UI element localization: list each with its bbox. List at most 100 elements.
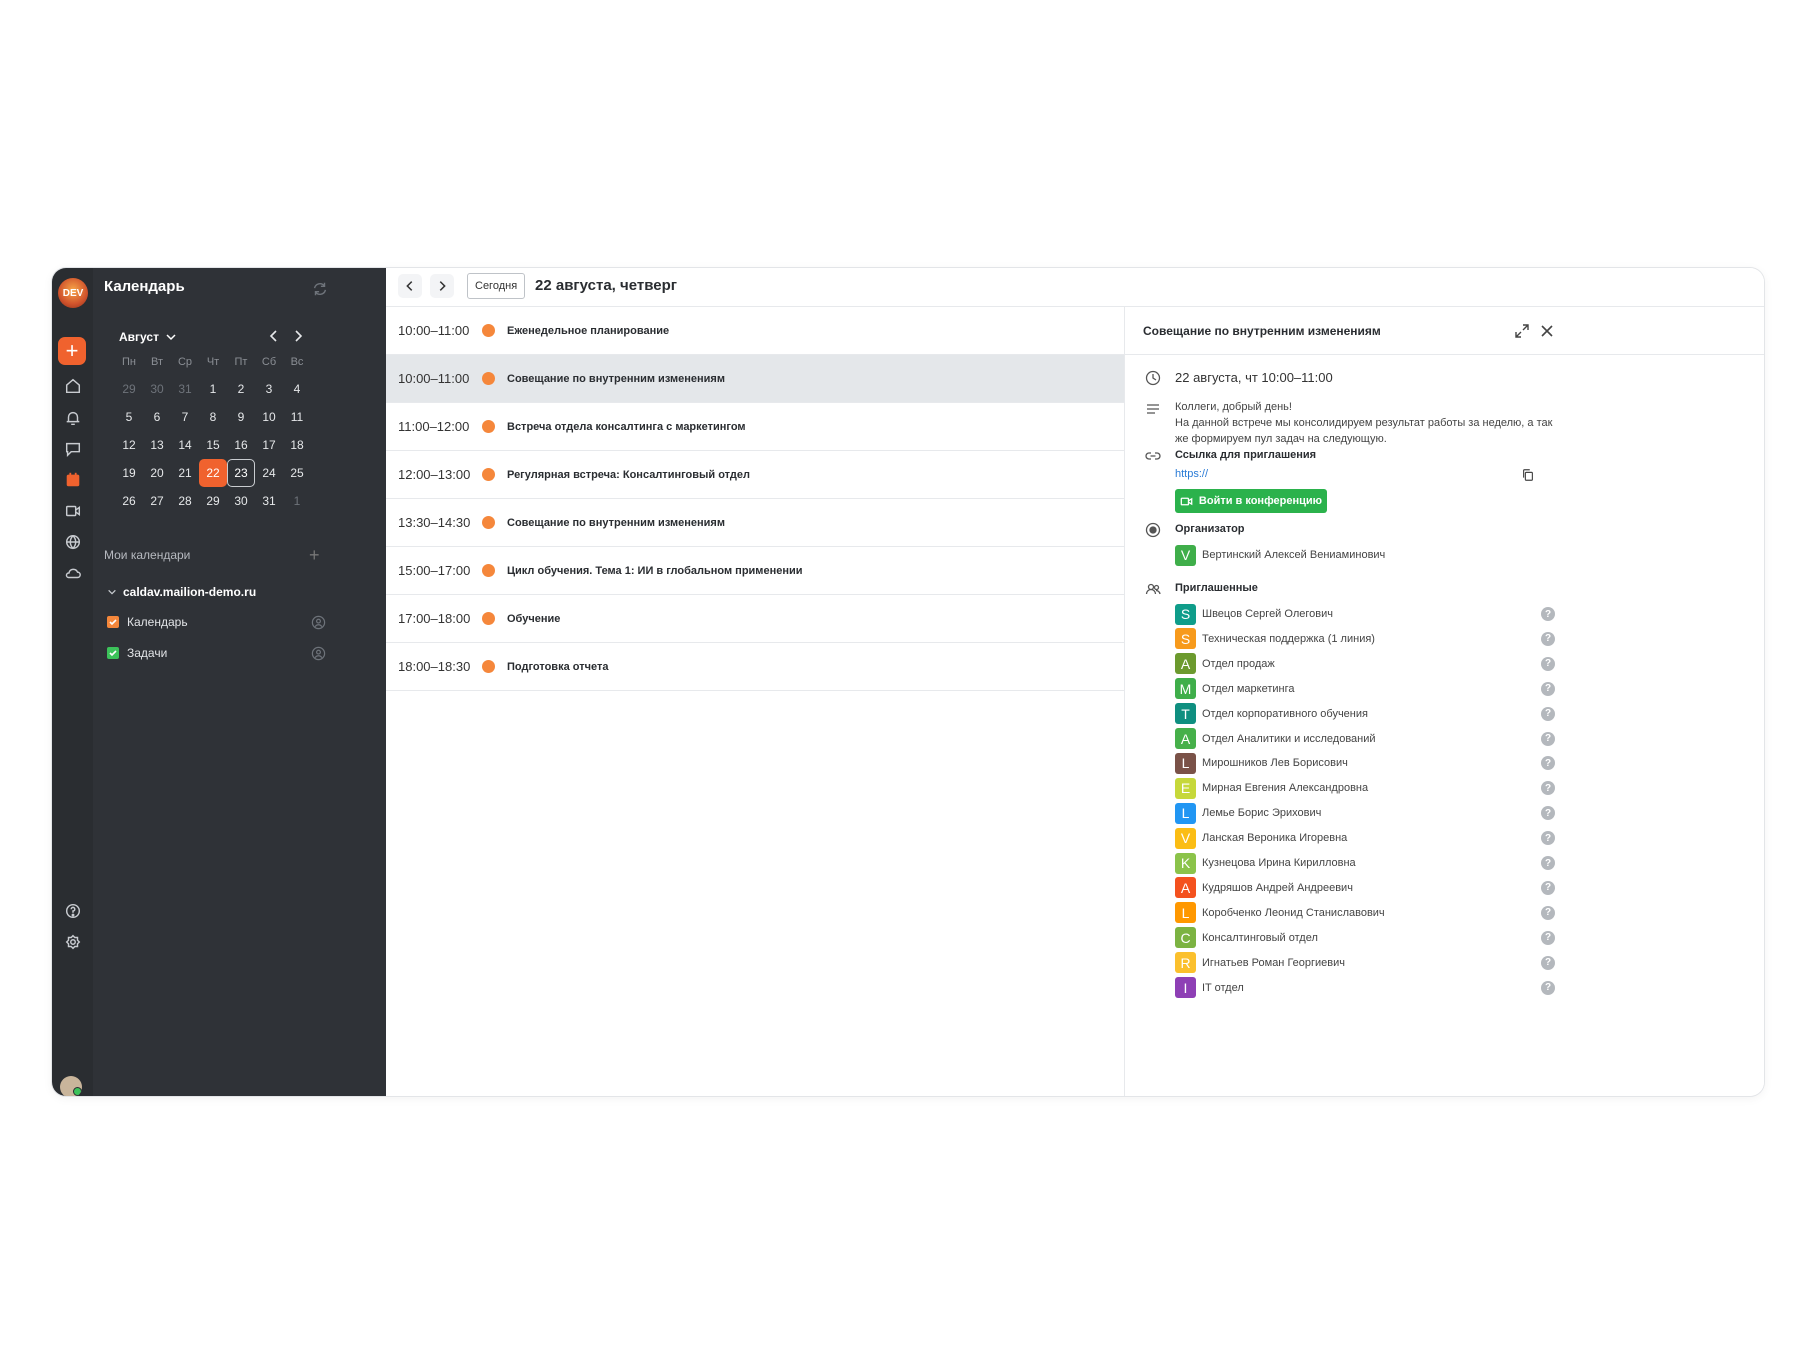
chat-icon[interactable]: [60, 436, 86, 462]
today-button[interactable]: Сегодня: [467, 273, 526, 299]
share-user-icon[interactable]: [311, 615, 326, 630]
mini-calendar-day[interactable]: 26: [115, 487, 143, 515]
bell-icon[interactable]: [60, 405, 86, 431]
mini-calendar-day[interactable]: 9: [227, 403, 255, 431]
mini-calendar-day[interactable]: 19: [115, 459, 143, 487]
mini-calendar-day[interactable]: 15: [199, 431, 227, 459]
mini-calendar-day[interactable]: 16: [227, 431, 255, 459]
response-status-icon[interactable]: ?: [1541, 905, 1555, 920]
settings-icon[interactable]: [60, 929, 86, 955]
globe-icon[interactable]: [60, 529, 86, 555]
calendar-icon[interactable]: [60, 467, 86, 493]
help-icon[interactable]: [60, 898, 86, 924]
mini-calendar-day[interactable]: 28: [171, 487, 199, 515]
mini-calendar-day[interactable]: 11: [283, 403, 311, 431]
home-icon[interactable]: [60, 373, 86, 399]
mini-calendar-day[interactable]: 18: [283, 431, 311, 459]
mini-calendar-day[interactable]: 20: [143, 459, 171, 487]
mini-calendar-day[interactable]: 5: [115, 403, 143, 431]
invited-person[interactable]: L Мирошников Лев Борисович: [1175, 752, 1348, 774]
mini-calendar-day[interactable]: 7: [171, 403, 199, 431]
mini-calendar-day[interactable]: 23: [227, 459, 255, 487]
mini-calendar-day[interactable]: 2: [227, 375, 255, 403]
invited-person[interactable]: M Отдел маркетинга: [1175, 678, 1295, 700]
event-row[interactable]: 13:30–14:30 Совещание по внутренним измен…: [386, 499, 1124, 547]
checkbox[interactable]: [107, 616, 119, 628]
response-status-icon[interactable]: ?: [1541, 607, 1555, 621]
organizer-person[interactable]: V Вертинский Алексей Вениаминович: [1175, 544, 1385, 566]
mini-calendar-day[interactable]: 30: [143, 375, 171, 403]
response-status-icon[interactable]: ?: [1541, 880, 1555, 895]
mini-calendar-day[interactable]: 29: [115, 375, 143, 403]
chevron-right-icon[interactable]: [290, 328, 306, 344]
response-status-icon[interactable]: ?: [1541, 980, 1555, 995]
mini-calendar-day[interactable]: 25: [283, 459, 311, 487]
event-row[interactable]: 10:00–11:00 Еженедельное планирование: [386, 307, 1124, 355]
response-status-icon[interactable]: ?: [1541, 806, 1555, 821]
cloud-icon[interactable]: [60, 560, 86, 586]
response-status-icon[interactable]: ?: [1541, 930, 1555, 945]
month-selector[interactable]: Август: [119, 330, 177, 344]
response-status-icon[interactable]: ?: [1541, 756, 1555, 771]
event-row[interactable]: 15:00–17:00 Цикл обучения. Тема 1: ИИ в г…: [386, 547, 1124, 595]
mini-calendar-day[interactable]: 10: [255, 403, 283, 431]
invited-person[interactable]: K Кузнецова Ирина Кирилловна: [1175, 852, 1356, 874]
mini-calendar-day[interactable]: 12: [115, 431, 143, 459]
close-icon[interactable]: [1539, 323, 1555, 339]
mini-calendar-day[interactable]: 6: [143, 403, 171, 431]
chevron-left-icon[interactable]: [266, 328, 282, 344]
event-row[interactable]: 17:00–18:00 Обучение: [386, 595, 1124, 643]
invited-person[interactable]: T Отдел корпоративного обучения: [1175, 703, 1368, 725]
invite-link[interactable]: https://: [1175, 468, 1208, 480]
mini-calendar-day[interactable]: 8: [199, 403, 227, 431]
next-day-button[interactable]: [430, 274, 454, 298]
mini-calendar-day[interactable]: 22: [199, 459, 227, 487]
invited-person[interactable]: I IT отдел: [1175, 977, 1244, 998]
invited-person[interactable]: L Лемье Борис Эрихович: [1175, 802, 1321, 824]
invited-person[interactable]: S Швецов Сергей Олегович: [1175, 603, 1333, 625]
sync-icon[interactable]: [311, 280, 329, 298]
response-status-icon[interactable]: ?: [1541, 731, 1555, 746]
mini-calendar-day[interactable]: 24: [255, 459, 283, 487]
mini-calendar-day[interactable]: 30: [227, 487, 255, 515]
mini-calendar-day[interactable]: 21: [171, 459, 199, 487]
checkbox[interactable]: [107, 647, 119, 659]
calendar-item-tasks[interactable]: Задачи: [107, 646, 167, 660]
mini-calendar-day[interactable]: 13: [143, 431, 171, 459]
invited-person[interactable]: R Игнатьев Роман Георгиевич: [1175, 952, 1345, 974]
invited-person[interactable]: A Отдел Аналитики и исследований: [1175, 728, 1376, 749]
mini-calendar-day[interactable]: 29: [199, 487, 227, 515]
join-conference-button[interactable]: Войти в конференцию: [1175, 489, 1327, 513]
create-button[interactable]: +: [58, 337, 86, 365]
calendar-account[interactable]: caldav.mailion-demo.ru: [107, 585, 256, 599]
mini-calendar-day[interactable]: 17: [255, 431, 283, 459]
response-status-icon[interactable]: ?: [1541, 831, 1555, 846]
invited-person[interactable]: E Мирная Евгения Александровна: [1175, 777, 1368, 799]
response-status-icon[interactable]: ?: [1541, 681, 1555, 696]
event-row[interactable]: 10:00–11:00 Совещание по внутренним измен…: [386, 355, 1124, 403]
invited-person[interactable]: L Коробченко Леонид Станиславович: [1175, 902, 1385, 924]
event-row[interactable]: 12:00–13:00 Регулярная встреча: Консалтин…: [386, 451, 1124, 499]
calendar-item-calendar[interactable]: Календарь: [107, 615, 188, 629]
invited-person[interactable]: A Отдел продаж: [1175, 653, 1275, 675]
event-row[interactable]: 18:00–18:30 Подготовка отчета: [386, 643, 1124, 691]
event-row[interactable]: 11:00–12:00 Встреча отдела консалтинга с …: [386, 403, 1124, 451]
invited-person[interactable]: S Техническая поддержка (1 линия): [1175, 628, 1375, 650]
invited-person[interactable]: A Кудряшов Андрей Андреевич: [1175, 877, 1353, 899]
prev-day-button[interactable]: [398, 274, 422, 298]
copy-icon[interactable]: [1521, 468, 1535, 482]
response-status-icon[interactable]: ?: [1541, 631, 1555, 646]
video-icon[interactable]: [60, 498, 86, 524]
invited-person[interactable]: V Ланская Вероника Игоревна: [1175, 827, 1347, 849]
response-status-icon[interactable]: ?: [1541, 856, 1555, 870]
share-user-icon[interactable]: [311, 646, 326, 661]
logo[interactable]: DEV: [58, 278, 88, 308]
response-status-icon[interactable]: ?: [1541, 706, 1555, 721]
response-status-icon[interactable]: ?: [1541, 955, 1555, 970]
invited-person[interactable]: C Консалтинговый отдел: [1175, 927, 1318, 949]
mini-calendar-day[interactable]: 27: [143, 487, 171, 515]
user-avatar[interactable]: [60, 1076, 82, 1096]
expand-icon[interactable]: [1514, 323, 1530, 339]
mini-calendar-day[interactable]: 1: [199, 375, 227, 403]
mini-calendar-day[interactable]: 4: [283, 375, 311, 403]
